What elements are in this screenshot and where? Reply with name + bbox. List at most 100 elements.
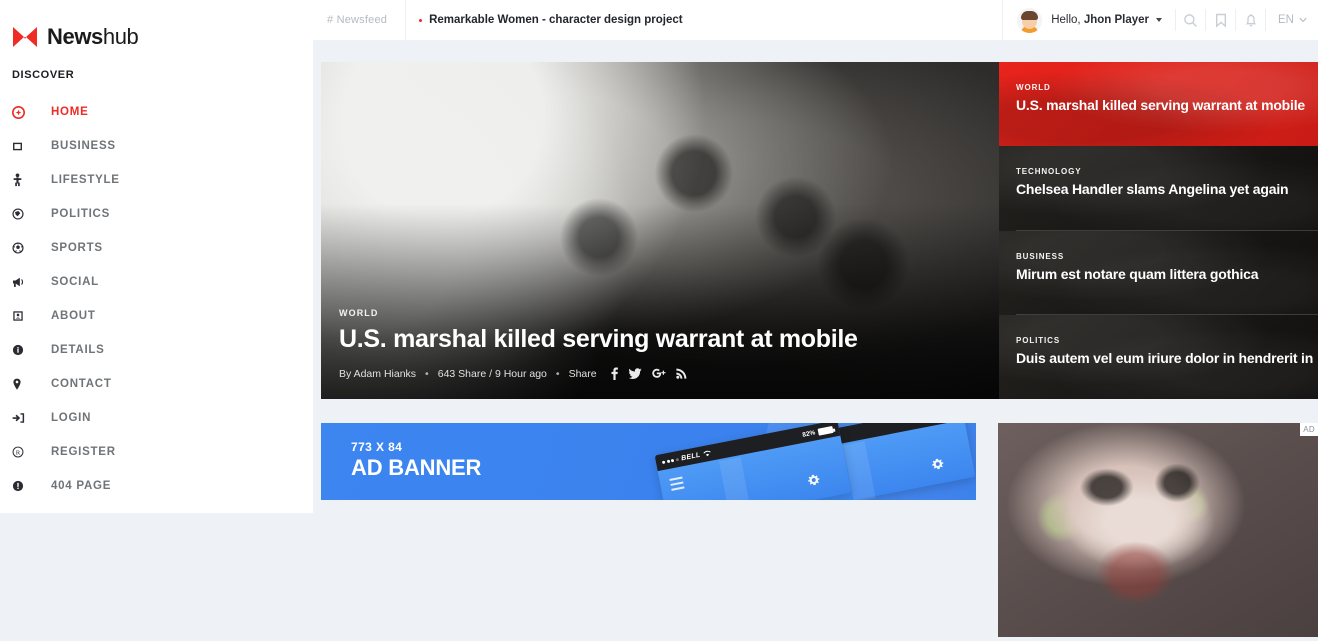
sidebar-item-label: REGISTER: [51, 446, 116, 458]
soccer-ball-icon: [12, 242, 34, 254]
gear-icon: [930, 456, 946, 476]
newshub-bowtie-logo-icon: [12, 26, 38, 48]
phone-battery-label: 82%: [801, 428, 816, 439]
hero-share-label[interactable]: Share: [569, 368, 597, 380]
sidebar: Newshub DISCOVER HOME BUSINESS LIFESTYLE…: [0, 0, 313, 513]
sidebar-item-label: LIFESTYLE: [51, 174, 120, 186]
ad-label: AD: [1300, 423, 1318, 436]
topbar-right: Hello, Jhon Player EN: [1003, 0, 1318, 40]
sidebar-section-label: DISCOVER: [12, 69, 75, 81]
sidebar-item-label: SPORTS: [51, 242, 103, 254]
sidebar-item-politics[interactable]: POLITICS: [0, 197, 313, 231]
sidebar-ad[interactable]: AD: [998, 423, 1318, 637]
google-plus-icon[interactable]: [651, 368, 666, 379]
hero-article[interactable]: WORLD U.S. marshal killed serving warran…: [321, 62, 999, 399]
avatar: [1017, 7, 1043, 33]
card-category: WORLD: [1016, 83, 1051, 92]
hero-category[interactable]: WORLD: [339, 308, 979, 318]
hero-social-links: [610, 367, 687, 380]
rss-icon[interactable]: [675, 368, 687, 379]
hero-title[interactable]: U.S. marshal killed serving warrant at m…: [339, 325, 979, 354]
newsfeed-tag[interactable]: # Newsfeed: [313, 14, 405, 26]
ad-banner-title: AD BANNER: [351, 455, 482, 480]
card-category: POLITICS: [1016, 335, 1061, 345]
signal-dots-icon: [661, 457, 679, 464]
hero-body: WORLD U.S. marshal killed serving warran…: [339, 308, 979, 380]
brand-logo[interactable]: Newshub: [0, 14, 313, 50]
side-article-card[interactable]: TECHNOLOGY Chelsea Handler slams Angelin…: [999, 146, 1318, 231]
search-icon[interactable]: [1176, 0, 1205, 40]
briefcase-icon: [12, 141, 34, 152]
chevron-down-icon: [1156, 18, 1163, 22]
sidebar-item-label: 404 PAGE: [51, 480, 112, 492]
hero-side-cards: WORLD U.S. marshal killed serving warran…: [999, 62, 1318, 399]
bell-icon[interactable]: [1236, 0, 1265, 40]
card-title: Duis autem vel eum iriure dolor in hendr…: [1016, 349, 1314, 366]
side-article-card[interactable]: BUSINESS Mirum est notare quam littera g…: [999, 230, 1318, 315]
sidebar-item-social[interactable]: SOCIAL: [0, 265, 313, 299]
warning-icon: [12, 480, 34, 492]
top-bar: # Newsfeed Remarkable Women - character …: [313, 0, 1318, 40]
card-category: TECHNOLOGY: [1016, 167, 1082, 177]
id-card-icon: [12, 310, 34, 322]
meta-separator: •: [555, 367, 560, 380]
sidebar-item-label: DETAILS: [51, 344, 105, 356]
language-label: EN: [1278, 14, 1294, 26]
megaphone-icon: [12, 276, 34, 288]
sidebar-item-label: LOGIN: [51, 412, 92, 424]
hero-stats: 643 Share / 9 Hour ago: [437, 367, 547, 380]
sidebar-item-label: POLITICS: [51, 208, 111, 220]
phone-carrier-label: BELL: [680, 451, 702, 462]
ad-banner[interactable]: BELL 82% 773 X 84 AD BANNER: [321, 423, 976, 500]
sidebar-item-home[interactable]: HOME: [0, 95, 313, 129]
hero-author: By Adam Hianks: [339, 367, 417, 380]
business-section-header: BUSINESS: [313, 637, 1318, 641]
user-menu[interactable]: Hello, Jhon Player: [1003, 7, 1175, 33]
ad-size-label: 773 X 84: [351, 440, 403, 454]
phone-mockups: BELL 82%: [654, 423, 976, 500]
side-article-card[interactable]: WORLD U.S. marshal killed serving warran…: [999, 62, 1318, 147]
content-scroll: WORLD U.S. marshal killed serving warran…: [313, 40, 1318, 641]
page-root: Newshub DISCOVER HOME BUSINESS LIFESTYLE…: [0, 0, 1318, 641]
ad-banner-text: 773 X 84 AD BANNER: [351, 440, 481, 481]
sidebar-item-details[interactable]: DETAILS: [0, 333, 313, 367]
card-category: BUSINESS: [1016, 251, 1065, 261]
login-arrow-icon: [12, 412, 34, 424]
sidebar-item-404-page[interactable]: 404 PAGE: [0, 469, 313, 503]
sidebar-item-register[interactable]: R REGISTER: [0, 435, 313, 469]
bookmark-icon[interactable]: [1206, 0, 1235, 40]
hamburger-icon: [669, 476, 685, 494]
sidebar-item-label: ABOUT: [51, 310, 96, 322]
sidebar-item-lifestyle[interactable]: LIFESTYLE: [0, 163, 313, 197]
twitter-icon[interactable]: [628, 368, 642, 379]
clown-portrait-ad-image: [998, 423, 1318, 637]
facebook-icon[interactable]: [610, 367, 619, 380]
ad-row: BELL 82% 773 X 84 AD BANNER AD: [313, 399, 1318, 637]
phone-mockup: BELL 82%: [654, 423, 852, 500]
map-pin-icon: [12, 378, 34, 391]
card-title: U.S. marshal killed serving warrant at m…: [1016, 97, 1305, 113]
compass-icon: [12, 105, 34, 119]
meta-separator: •: [425, 367, 429, 380]
card-title: Chelsea Handler slams Angelina yet again: [1016, 181, 1289, 198]
chevron-down-icon: [1299, 17, 1307, 23]
ticker-bullet-icon: [419, 18, 423, 22]
battery-icon: [817, 425, 834, 436]
user-greeting: Hello, Jhon Player: [1051, 14, 1150, 26]
sidebar-item-contact[interactable]: CONTACT: [0, 367, 313, 401]
ticker-headline: Remarkable Women - character design proj…: [429, 14, 683, 26]
sidebar-item-about[interactable]: ABOUT: [0, 299, 313, 333]
sidebar-item-login[interactable]: LOGIN: [0, 401, 313, 435]
card-title: Mirum est notare quam littera gothica: [1016, 265, 1259, 282]
sidebar-nav: HOME BUSINESS LIFESTYLE POLITICS SPORTS …: [0, 95, 313, 503]
sidebar-item-label: BUSINESS: [51, 140, 116, 152]
gear-icon: [806, 472, 822, 492]
sidebar-item-business[interactable]: BUSINESS: [0, 129, 313, 163]
info-circle-icon: [12, 344, 34, 356]
news-ticker[interactable]: Remarkable Women - character design proj…: [406, 14, 1002, 26]
sidebar-item-sports[interactable]: SPORTS: [0, 231, 313, 265]
hero-meta: By Adam Hianks • 643 Share / 9 Hour ago …: [339, 367, 979, 380]
language-selector[interactable]: EN: [1266, 14, 1318, 26]
main-area: # Newsfeed Remarkable Women - character …: [313, 0, 1318, 641]
side-article-card[interactable]: POLITICS Duis autem vel eum iriure dolor…: [999, 314, 1318, 399]
